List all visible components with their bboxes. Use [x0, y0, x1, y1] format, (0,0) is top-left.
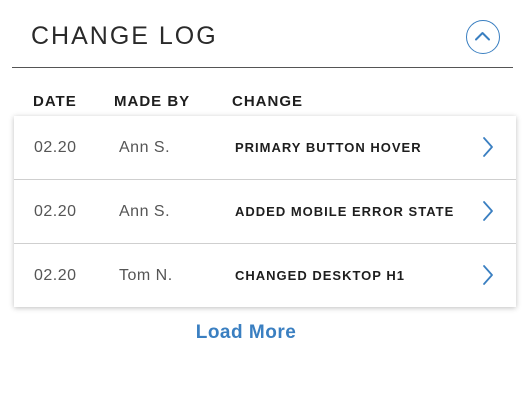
load-more-button[interactable]: Load More	[0, 322, 492, 344]
row-date: 02.20	[34, 203, 77, 220]
column-header-date: DATE	[33, 93, 77, 110]
row-change: ADDED MOBILE ERROR STATE	[235, 204, 455, 219]
chevron-right-icon[interactable]	[481, 199, 495, 223]
row-made-by: Tom N.	[119, 267, 173, 284]
row-change: CHANGED DESKTOP H1	[235, 268, 405, 283]
column-header-change: CHANGE	[232, 93, 304, 110]
change-log-list: 02.20 Ann S. PRIMARY BUTTON HOVER 02.20 …	[14, 116, 516, 307]
row-change: PRIMARY BUTTON HOVER	[235, 140, 422, 155]
column-headers: DATE MADE BY CHANGE	[0, 93, 531, 113]
change-log-header: CHANGE LOG	[12, 0, 513, 68]
page-title: CHANGE LOG	[31, 22, 218, 50]
table-row[interactable]: 02.20 Tom N. CHANGED DESKTOP H1	[14, 244, 516, 307]
table-row[interactable]: 02.20 Ann S. ADDED MOBILE ERROR STATE	[14, 180, 516, 244]
table-row[interactable]: 02.20 Ann S. PRIMARY BUTTON HOVER	[14, 116, 516, 180]
change-log-panel: CHANGE LOG DATE MADE BY CHANGE 02.20 Ann…	[0, 0, 531, 408]
row-date: 02.20	[34, 139, 77, 156]
chevron-right-icon[interactable]	[481, 263, 495, 287]
row-made-by: Ann S.	[119, 203, 171, 220]
chevron-right-icon[interactable]	[481, 135, 495, 159]
row-date: 02.20	[34, 267, 77, 284]
column-header-made-by: MADE BY	[114, 93, 191, 110]
chevron-up-icon	[475, 32, 490, 41]
row-made-by: Ann S.	[119, 139, 171, 156]
collapse-button[interactable]	[466, 20, 500, 54]
